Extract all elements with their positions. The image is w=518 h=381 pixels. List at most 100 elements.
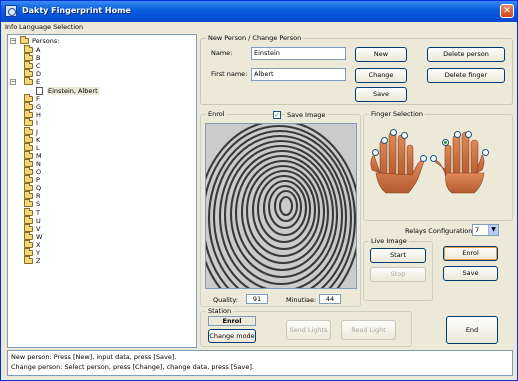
station-title: Station (206, 307, 234, 315)
fingerprint-app-icon (5, 5, 17, 17)
folder-icon (24, 199, 33, 208)
finger-radio-right-thumb[interactable] (430, 155, 437, 162)
save-person-button[interactable]: Save (355, 87, 407, 102)
end-button[interactable]: End (446, 316, 498, 344)
tree-item-label: I (36, 119, 38, 128)
read-light-button[interactable]: Read Light (341, 320, 396, 340)
person-group: New Person / Change Person Name: Einstei… (200, 34, 513, 105)
tree-item-label: J (36, 127, 38, 136)
save-image-checkbox[interactable]: ✓ (273, 111, 281, 119)
relays-value: 7 (475, 226, 480, 234)
chevron-down-icon[interactable]: ▼ (488, 225, 498, 235)
new-button[interactable]: New (355, 47, 407, 62)
left-hand (370, 131, 425, 194)
status-line-1: New person: Press [New], input data, pre… (11, 353, 177, 361)
folder-icon (24, 150, 33, 159)
folder-icon (24, 223, 33, 232)
finger-radio-left-ring[interactable] (381, 137, 388, 144)
fingerprint-image (205, 123, 357, 289)
collapse-icon[interactable]: − (10, 38, 16, 44)
tree-item-label: V (36, 224, 41, 233)
tree-item-label: E (36, 78, 41, 87)
stop-button[interactable]: Stop (370, 267, 426, 282)
finger-radio-left-index[interactable] (401, 132, 408, 139)
tree-item-label: R (36, 192, 41, 201)
folder-icon (24, 175, 33, 184)
finger-radio-right-pinky[interactable] (482, 149, 489, 156)
folder-icon (24, 239, 33, 248)
folder-icon (24, 215, 33, 224)
folder-icon (24, 191, 33, 200)
folder-icon (24, 45, 33, 53)
folder-icon (24, 256, 33, 265)
folder-icon (24, 77, 33, 86)
folder-icon (24, 207, 33, 216)
tree-item-label: U (36, 216, 41, 225)
app-window: Dakty Fingerprint Home ✕ Info Language S… (0, 0, 518, 381)
name-input[interactable]: Einstein (251, 47, 346, 60)
folder-icon (24, 110, 33, 119)
menu-info[interactable]: Info (5, 23, 17, 31)
person-tree[interactable]: − Persons: A B C D − E Einstein, Albert F G H I J K L… (7, 34, 197, 348)
start-button[interactable]: Start (370, 248, 426, 263)
live-image-group: Live Image Start Stop (363, 237, 433, 301)
quality-value: 91 (246, 294, 268, 304)
finger-radio-right-ring[interactable] (465, 131, 472, 138)
firstname-label: First name: (211, 70, 248, 78)
folder-icon (24, 102, 33, 111)
hands-image (370, 131, 485, 194)
relays-combo[interactable]: 7 ▼ (472, 224, 499, 236)
tree-item-label: N (36, 159, 41, 168)
change-mode-button[interactable]: Change mode (208, 329, 256, 343)
folder-icon (24, 248, 33, 256)
tree-item-label: X (36, 240, 41, 249)
enrol-group-title: Enrol (206, 110, 227, 118)
tree-item-label: C (36, 62, 41, 71)
tree-item-label: Z (36, 257, 41, 266)
tree-item-label: T (36, 208, 40, 217)
delete-finger-button[interactable]: Delete finger (427, 68, 505, 83)
collapse-icon[interactable]: − (10, 79, 16, 86)
tree-item-label: W (36, 232, 43, 241)
tree-item-label: Y (36, 249, 40, 257)
send-lights-button[interactable]: Send Lights (286, 320, 331, 340)
finger-radio-right-middle[interactable] (454, 131, 461, 138)
fingerprint-pattern (206, 124, 356, 288)
finger-selection-group: Finger Selection (363, 110, 513, 221)
folder-open-icon (20, 36, 29, 44)
folder-icon (24, 118, 33, 127)
tree-root-label: Persons: (32, 37, 60, 45)
tree-item-z[interactable]: Z (22, 256, 192, 266)
status-panel: New person: Press [New], input data, pre… (7, 350, 513, 376)
tree-item-label: F (36, 95, 40, 104)
save-enrol-button[interactable]: Save (443, 266, 498, 281)
folder-icon (24, 61, 33, 70)
tree-root[interactable]: − Persons: (10, 36, 190, 46)
minutiae-label: Minutiae: (286, 296, 317, 304)
finger-radio-left-thumb[interactable] (420, 155, 427, 162)
close-button[interactable]: ✕ (500, 4, 514, 18)
folder-icon (24, 167, 33, 175)
finger-radio-left-middle[interactable] (390, 129, 397, 136)
folder-icon (24, 142, 33, 151)
delete-person-button[interactable]: Delete person (427, 47, 505, 62)
folder-icon (24, 231, 33, 240)
tree-item-label: B (36, 54, 41, 63)
finger-radio-right-index[interactable] (442, 139, 449, 146)
name-label: Name: (211, 49, 233, 57)
menu-bar: Info Language Selection (1, 22, 517, 33)
change-button[interactable]: Change (355, 68, 407, 83)
status-line-2: Change person: Select person, press [Cha… (11, 363, 254, 371)
window-title: Dakty Fingerprint Home (22, 6, 131, 15)
minutiae-value: 44 (319, 294, 341, 304)
firstname-input[interactable]: Albert (251, 68, 346, 81)
finger-radio-left-pinky[interactable] (372, 149, 379, 156)
menu-language-selection[interactable]: Language Selection (19, 23, 83, 31)
enrol-button[interactable]: Enrol (443, 246, 498, 261)
folder-icon (24, 134, 33, 143)
tree-item-label: D (36, 70, 42, 79)
folder-icon (24, 53, 33, 62)
quality-label: Quality: (213, 296, 238, 304)
tree-item-label: M (36, 151, 42, 160)
person-group-title: New Person / Change Person (206, 34, 304, 42)
